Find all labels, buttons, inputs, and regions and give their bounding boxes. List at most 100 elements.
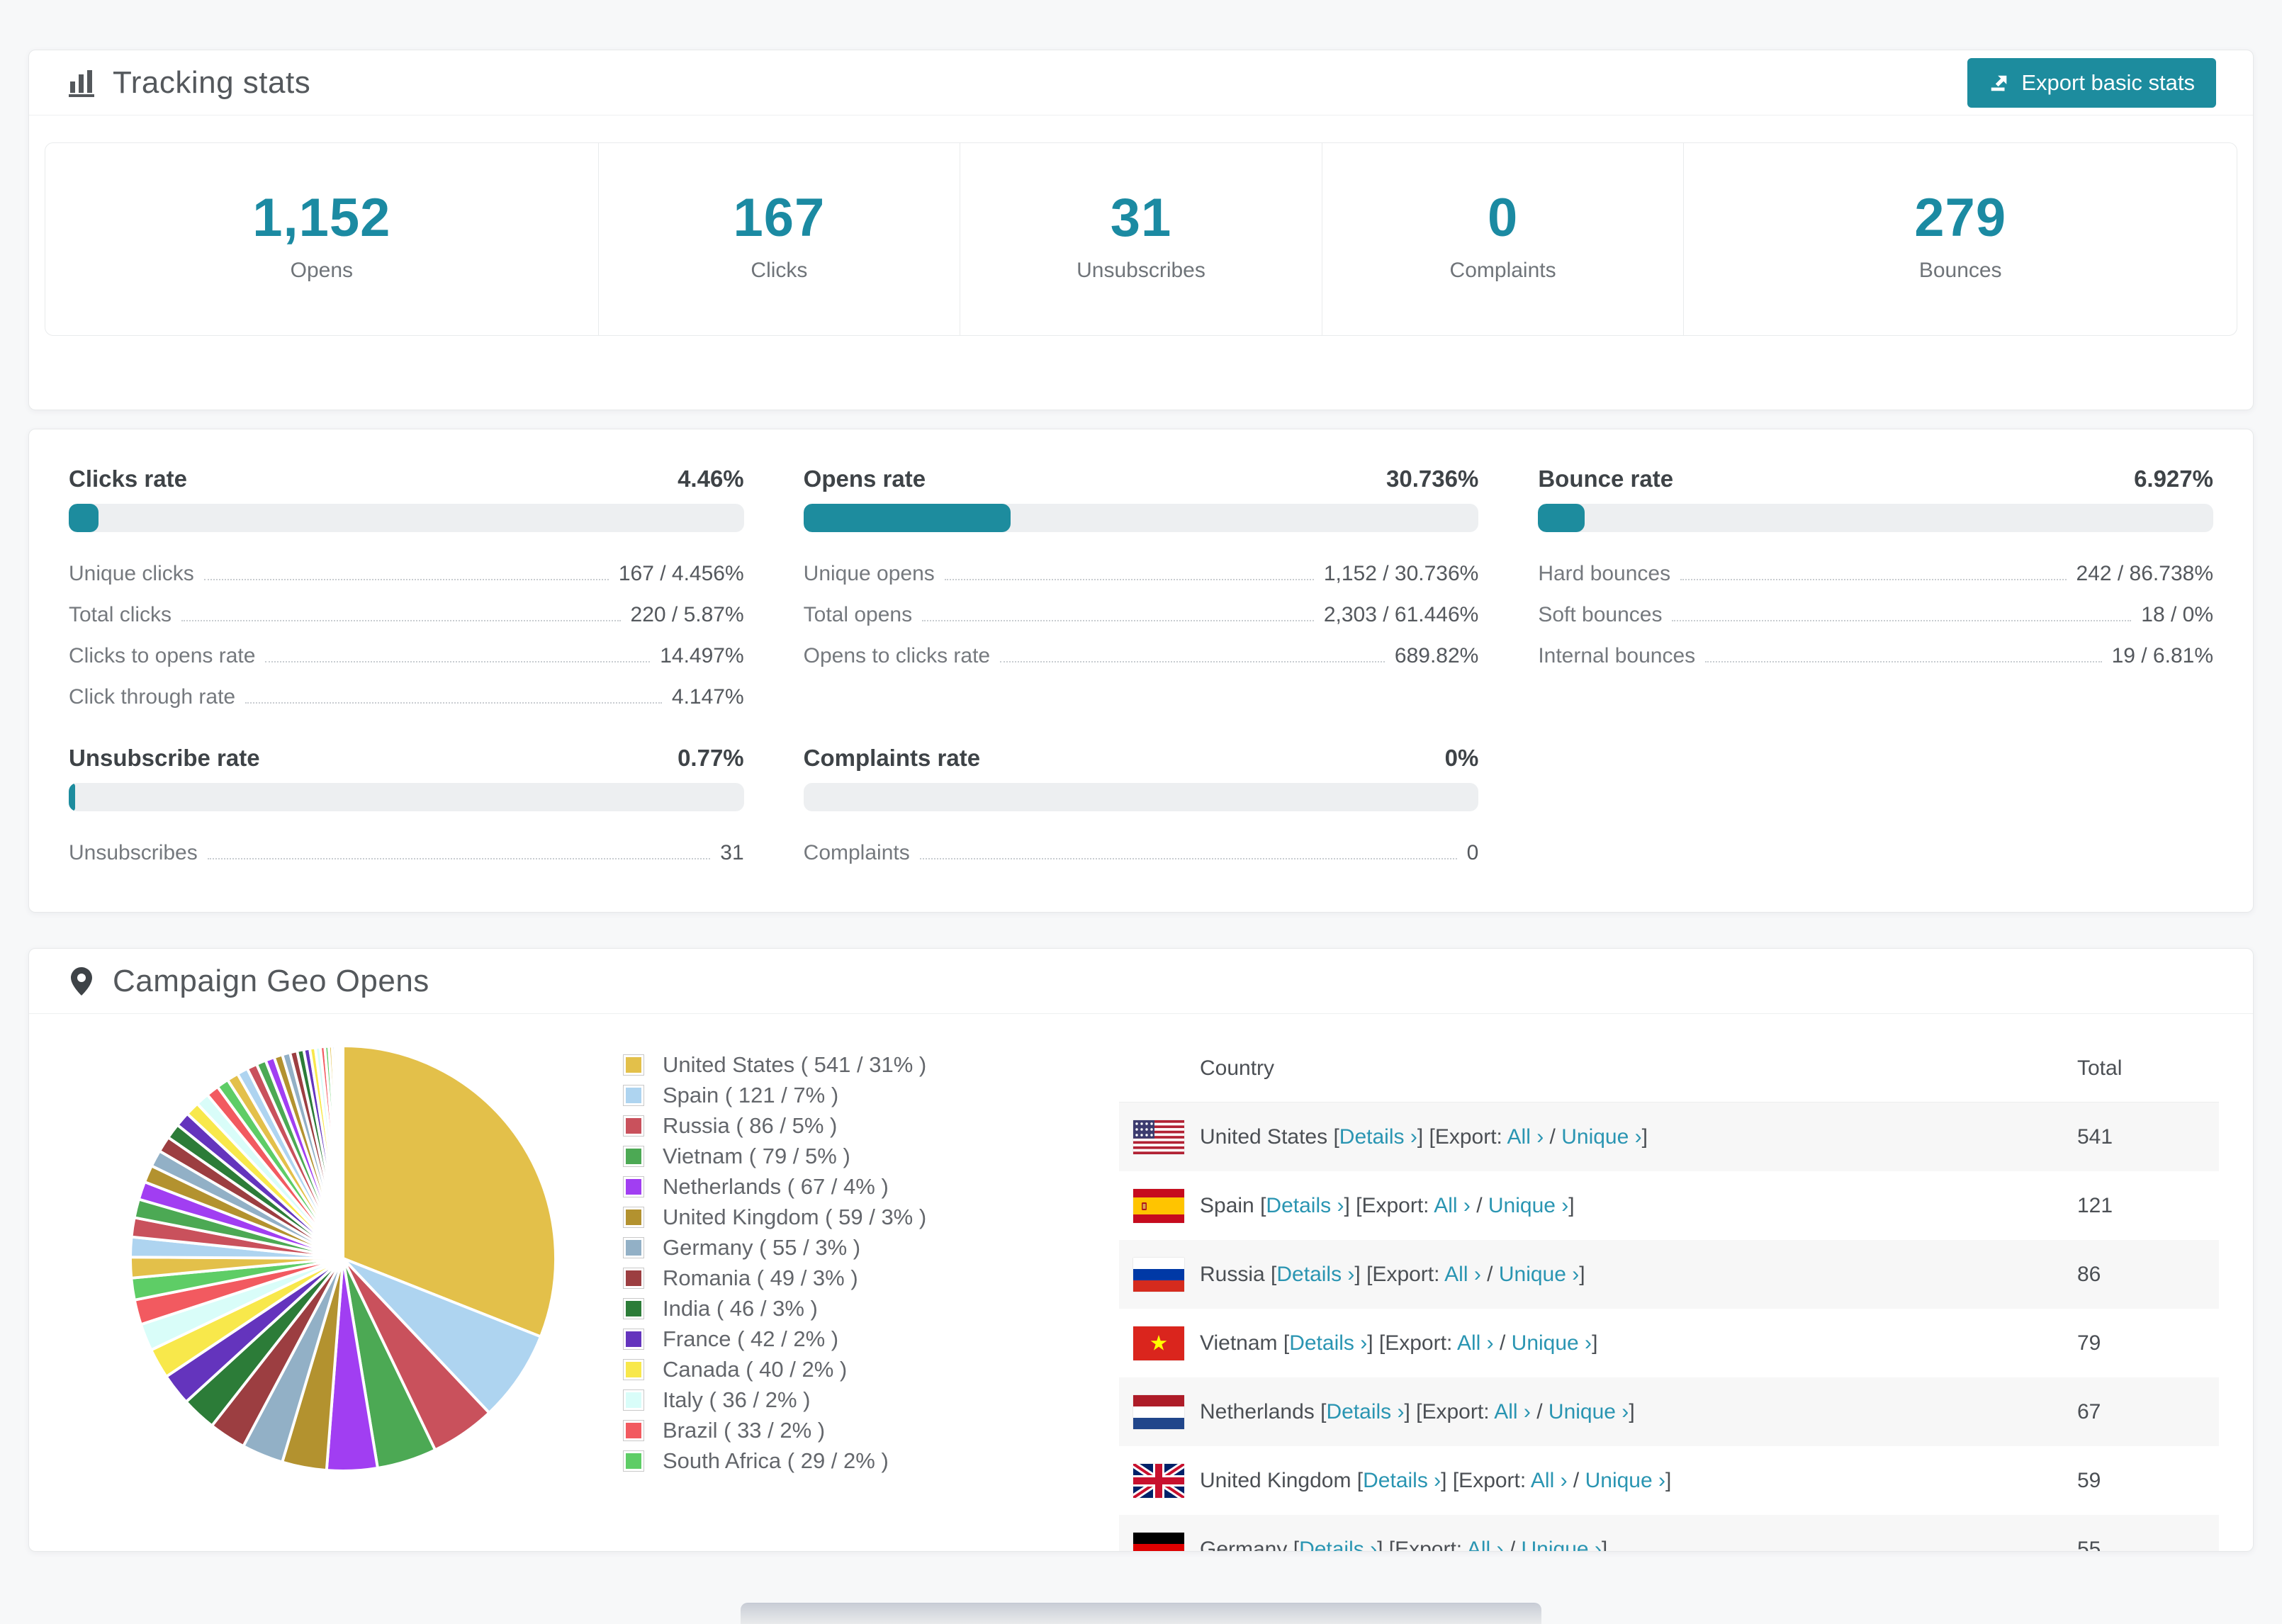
country-cell: Spain [Details ›] [Export: All › / Uniqu… [1119,1171,2077,1240]
legend-swatch [623,1297,644,1319]
legend-swatch-fill [626,1209,641,1225]
details-link[interactable]: Details › [1299,1538,1377,1552]
export-all-link[interactable]: All › [1467,1538,1504,1552]
pie-chart-svg [129,1044,557,1472]
horizontal-scrollbar[interactable] [741,1603,1541,1624]
export-unique-link[interactable]: Unique › [1512,1331,1592,1355]
bracket: ] [1629,1399,1635,1423]
rate-row-value: 19 / 6.81% [2111,644,2213,667]
rate-row: Opens to clicks rate 689.82% [804,628,1479,670]
flag-nl-svg [1133,1394,1184,1429]
details-link[interactable]: Details › [1339,1125,1417,1149]
stat-value: 279 [1914,188,2007,248]
details-link[interactable]: Details › [1276,1263,1354,1286]
bar-chart-icon [69,69,94,97]
country-cell-inner: Russia [Details ›] [Export: All › / Uniq… [1119,1240,2077,1309]
export-unique-link[interactable]: Unique › [1499,1263,1579,1286]
export-all-link[interactable]: All › [1531,1469,1568,1492]
dotted-leader [922,620,1314,621]
rate-row: Soft bounces 18 / 0% [1538,587,2213,628]
rate-row-value: 0 [1466,841,1479,864]
country-links-text: Germany [Details ›] [Export: All › / Uni… [1200,1538,1607,1552]
geo-table-row-netherlands: Netherlands [Details ›] [Export: All › /… [1119,1377,2219,1446]
legend-swatch [623,1084,644,1106]
legend-swatch [623,1236,644,1258]
geo-table-body: United States [Details ›] [Export: All ›… [1119,1102,2219,1552]
legend-item-germany: Germany ( 55 / 3% ) [623,1232,1119,1263]
stat-clicks: 167 Clicks [597,143,960,335]
flag-es-svg [1133,1188,1184,1223]
rate-row-label: Total opens [803,603,913,626]
stat-bounces: 279 Bounces [1683,143,2237,335]
details-link[interactable]: Details › [1326,1400,1404,1423]
slash: / [1544,1124,1562,1149]
rate-row-label: Hard bounces [1538,562,1671,585]
legend-swatch [623,1115,644,1137]
export-unique-link[interactable]: Unique › [1548,1400,1629,1423]
legend-swatch-fill [626,1056,641,1073]
rate-row-value: 220 / 5.87% [630,603,744,626]
flag-vn-svg [1133,1326,1184,1360]
flag-de-svg [1133,1532,1184,1551]
legend-swatch [623,1419,644,1441]
rate-progress-fill [1538,504,1585,532]
rate-row-label: Unique clicks [69,562,194,585]
export-unique-link[interactable]: Unique › [1561,1125,1641,1149]
export-all-link[interactable]: All › [1457,1331,1494,1355]
rate-head: Clicks rate 4.46% [69,466,744,492]
export-unique-link[interactable]: Unique › [1585,1469,1665,1492]
rate-value: 4.46% [678,466,744,492]
rate-group-complaints-rate: Complaints rate 0% Complaints 0 [803,745,1479,867]
column-header-country: Country [1119,1039,2077,1103]
dotted-leader [1672,620,2132,621]
rate-progress-track [1538,504,2213,532]
stat-opens: 1,152 Opens [45,143,598,335]
rate-row-label: Complaints [803,841,910,864]
legend-label: United Kingdom ( 59 / 3% ) [663,1204,927,1229]
legend-item-south-africa: South Africa ( 29 / 2% ) [623,1445,1119,1476]
legend-swatch-fill [626,1453,641,1469]
dotted-leader [265,661,651,662]
country-links-text: Netherlands [Details ›] [Export: All › /… [1200,1400,1635,1424]
country-links-text: Russia [Details ›] [Export: All › / Uniq… [1200,1263,1585,1287]
geo-section-title: Campaign Geo Opens [113,963,429,998]
export-all-link[interactable]: All › [1434,1194,1471,1217]
rate-row-label: Unique opens [803,562,935,585]
rate-title: Bounce rate [1538,466,1674,492]
rate-row: Total opens 2,303 / 61.446% [804,587,1479,628]
country-cell-inner: Spain [Details ›] [Export: All › / Uniqu… [1119,1171,2077,1240]
rate-row: Clicks to opens rate 14.497% [69,628,744,670]
rate-row-label: Soft bounces [1538,603,1663,626]
dotted-leader [919,858,1457,859]
legend-label: India ( 46 / 3% ) [663,1295,818,1321]
details-link[interactable]: Details › [1363,1469,1441,1492]
export-label: [Export: [1356,1193,1434,1217]
export-basic-stats-button[interactable]: Export basic stats [1967,57,2216,108]
rate-row: Total clicks 220 / 5.87% [69,587,744,628]
legend-swatch-fill [626,1331,641,1347]
rate-progress-fill [69,504,99,532]
stat-unsubscribes: 31 Unsubscribes [960,143,1322,335]
legend-swatch-fill [626,1422,641,1438]
geo-pie-chart [63,1014,623,1551]
export-label: [Export: [1416,1399,1495,1423]
dotted-leader [1680,579,2067,580]
legend-item-netherlands: Netherlands ( 67 / 4% ) [623,1171,1119,1202]
export-all-link[interactable]: All › [1494,1400,1531,1423]
country-name: United Kingdom [1200,1468,1357,1492]
rate-row-value: 1,152 / 30.736% [1323,562,1479,585]
export-unique-link[interactable]: Unique › [1488,1194,1568,1217]
legend-item-united-kingdom: United Kingdom ( 59 / 3% ) [623,1202,1119,1232]
dotted-leader [207,858,711,859]
rate-progress-fill [69,783,75,811]
legend-label: Spain ( 121 / 7% ) [663,1082,839,1107]
export-all-link[interactable]: All › [1444,1263,1481,1286]
dotted-leader [181,620,621,621]
details-link[interactable]: Details › [1289,1331,1367,1355]
legend-item-india: India ( 46 / 3% ) [623,1293,1119,1324]
export-all-link[interactable]: All › [1507,1125,1544,1149]
export-unique-link[interactable]: Unique › [1522,1538,1602,1552]
rate-row-label: Total clicks [69,603,172,626]
details-link[interactable]: Details › [1266,1194,1344,1217]
bracket: ] [1641,1124,1648,1149]
